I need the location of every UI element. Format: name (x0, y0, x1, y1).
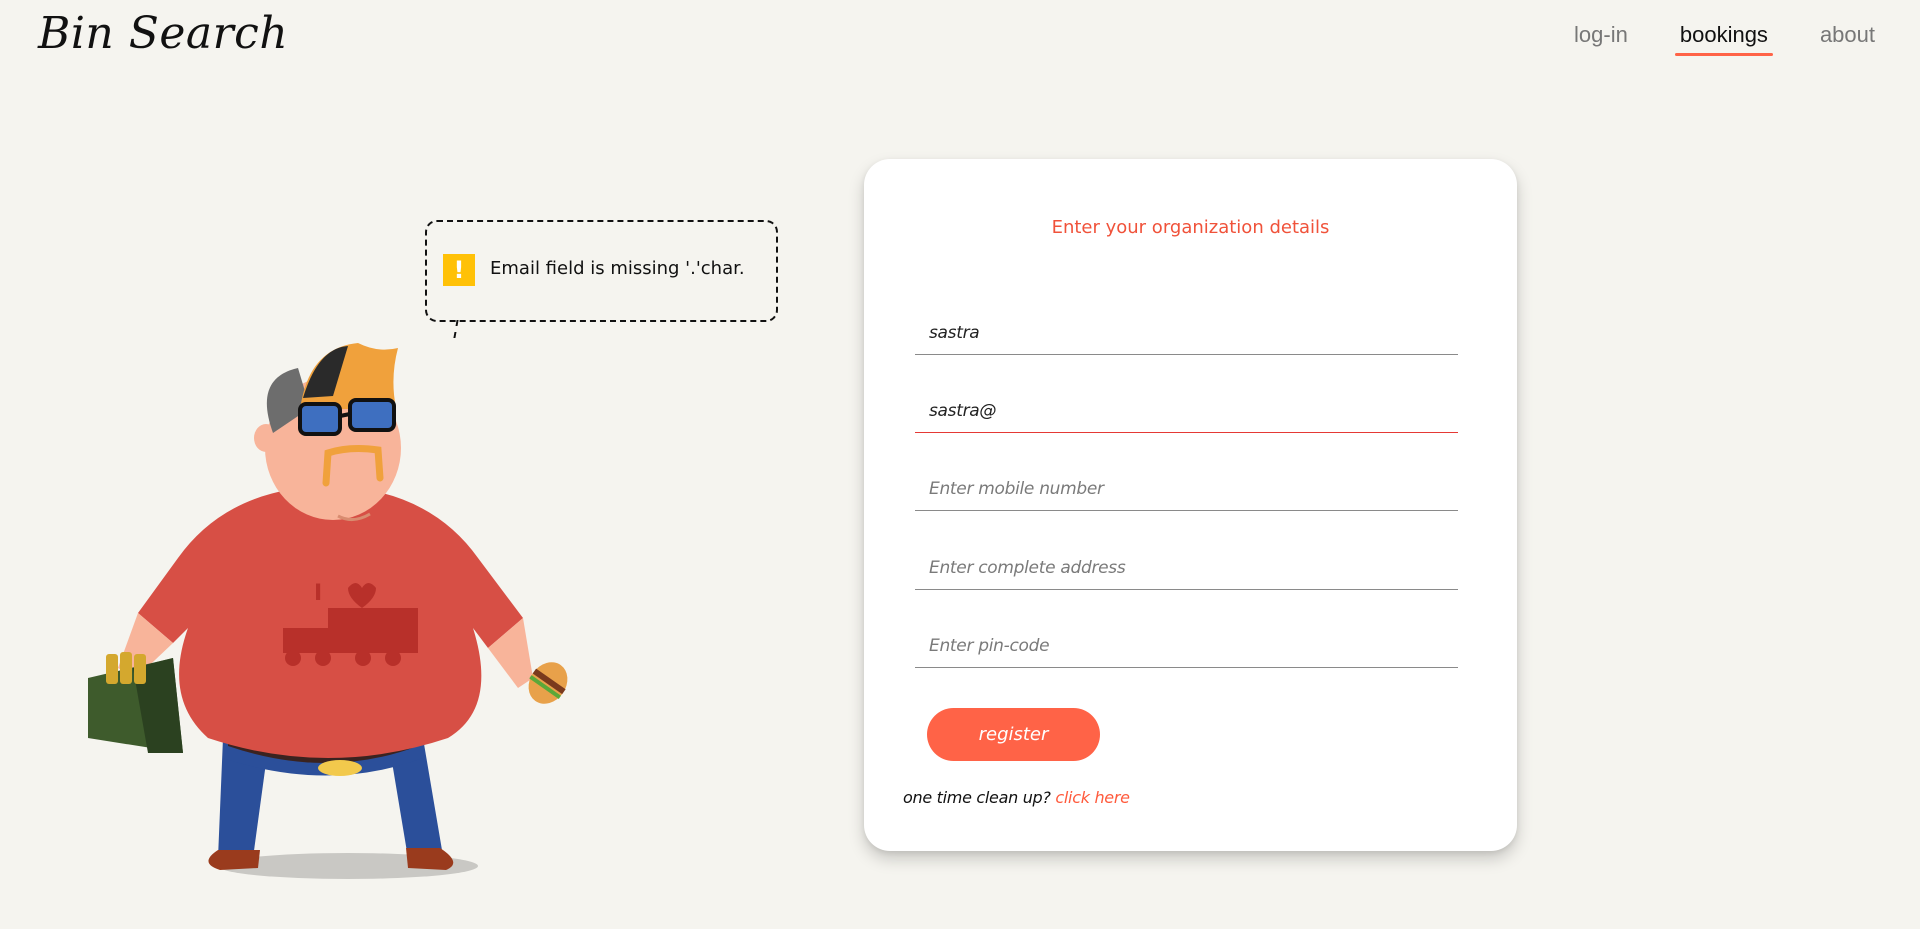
tooltip-tail (453, 320, 469, 338)
cleanup-link[interactable]: click here (1055, 788, 1130, 807)
tooltip-message: Email field is missing '.'char. (490, 258, 745, 279)
form-title: Enter your organization details (1051, 217, 1330, 238)
nav-about[interactable]: about (1815, 20, 1880, 56)
nav-login[interactable]: log-in (1569, 20, 1633, 56)
email-field (915, 390, 1458, 433)
app-logo[interactable]: Bin Search (38, 8, 288, 59)
registration-card: Enter your organization details register… (864, 159, 1517, 851)
nav-bookings[interactable]: bookings (1674, 20, 1774, 56)
pincode-field (915, 625, 1458, 668)
warning-icon: ! (443, 254, 475, 286)
top-nav: log-in bookings about (1527, 20, 1880, 56)
address-input[interactable] (915, 547, 1458, 589)
mobile-field (915, 468, 1458, 511)
organization-name-input[interactable] (915, 312, 1458, 354)
validation-tooltip: ! Email field is missing '.'char. (425, 220, 778, 322)
mascot-illustration: I (88, 343, 568, 879)
register-button[interactable]: register (927, 708, 1100, 761)
cleanup-prompt: one time clean up? click here (903, 788, 1130, 807)
svg-text:I: I (314, 581, 322, 606)
organization-name-field (915, 312, 1458, 355)
pincode-input[interactable] (915, 625, 1458, 667)
mobile-input[interactable] (915, 468, 1458, 510)
address-field (915, 547, 1458, 590)
cleanup-question: one time clean up? (903, 788, 1051, 807)
email-input[interactable] (915, 390, 1458, 432)
